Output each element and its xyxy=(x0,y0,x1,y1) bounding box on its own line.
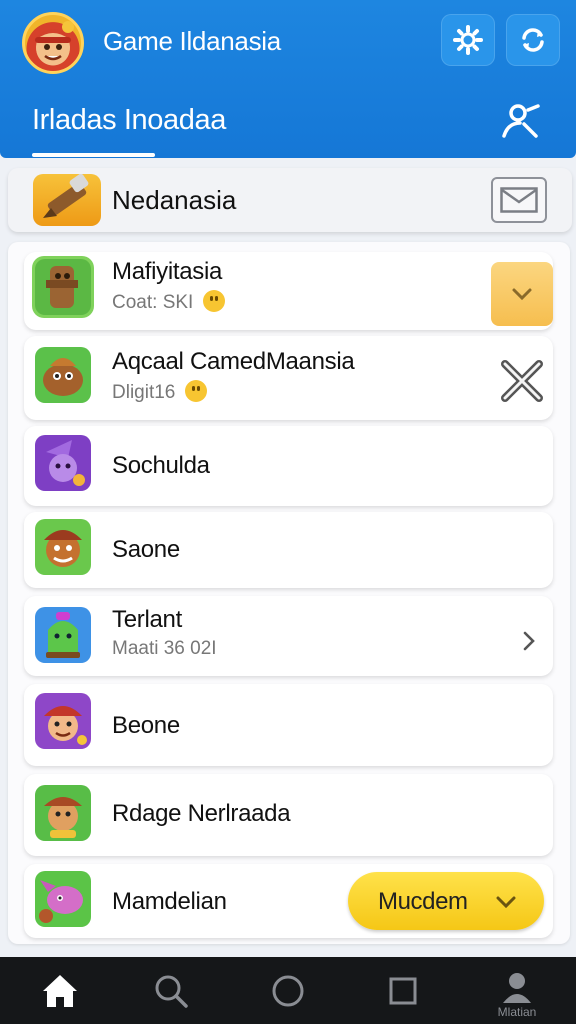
list-item-title: Sochulda xyxy=(112,452,210,479)
list-item-subtitle: Coat: SKI xyxy=(112,290,226,314)
home-icon xyxy=(43,975,77,1007)
emoji-icon xyxy=(203,290,226,312)
fox-game-icon xyxy=(32,868,94,930)
sync-icon xyxy=(522,28,544,52)
dropdown-pill-label: Mucdem xyxy=(378,888,468,915)
list-item-subtitle: Dligit16 xyxy=(112,380,208,404)
nav-home[interactable] xyxy=(38,969,82,1013)
dropdown-pill[interactable]: Mucdem xyxy=(348,872,544,930)
hero-game-icon xyxy=(32,516,94,578)
list-item-title: Terlant xyxy=(112,606,182,633)
featured-banner[interactable]: Nedanasia xyxy=(8,168,572,232)
robot-game-icon xyxy=(32,604,94,666)
section-tab-label[interactable]: Irladas Inoadaa xyxy=(32,104,226,137)
bird-game-icon xyxy=(32,344,94,406)
nav-circle[interactable] xyxy=(266,969,310,1013)
circle-icon xyxy=(272,975,304,1007)
list-item[interactable]: Terlant Maati 36 02I xyxy=(24,596,553,676)
avatar-character-icon xyxy=(33,21,74,64)
list-item-subtitle: Maati 36 02I xyxy=(112,638,217,659)
mail-button[interactable] xyxy=(491,177,547,223)
banner-label: Nedanasia xyxy=(112,185,237,215)
square-icon xyxy=(389,977,417,1005)
wizard-game-icon xyxy=(32,432,94,494)
crayon-icon xyxy=(33,173,101,226)
list-item[interactable]: Saone xyxy=(24,512,553,588)
chevron-down-icon xyxy=(512,288,532,301)
list-item-title: Aqcaal CamedMaansia xyxy=(112,348,355,375)
list-item[interactable]: Mamdelian Mucdem xyxy=(24,864,553,938)
app-title: Game Ildanasia xyxy=(103,26,281,56)
nav-profile-label: Mlatian xyxy=(497,1005,537,1019)
totem-game-icon xyxy=(32,256,94,318)
chevron-right-icon[interactable] xyxy=(518,630,540,652)
nav-search[interactable] xyxy=(149,969,193,1013)
list-item-title: Saone xyxy=(112,536,180,563)
list-item-title: Mamdelian xyxy=(112,888,227,915)
close-icon[interactable] xyxy=(499,358,545,404)
profile-icon xyxy=(503,973,531,1003)
nav-square[interactable] xyxy=(381,969,425,1013)
pirate-game-icon xyxy=(32,690,94,752)
person-icon[interactable] xyxy=(498,98,542,142)
list-item[interactable]: Rdage Nerlraada xyxy=(24,774,553,856)
app-header: Game Ildanasia Irladas Inoadaa xyxy=(0,0,576,158)
list-item[interactable]: Beone xyxy=(24,684,553,766)
list-item-title: Mafiyitasia xyxy=(112,258,223,285)
search-icon xyxy=(155,975,188,1008)
chevron-down-button[interactable] xyxy=(491,262,553,326)
avatar[interactable] xyxy=(22,12,84,74)
chevron-down-icon xyxy=(496,896,516,909)
active-tab-indicator xyxy=(32,153,155,157)
list-item[interactable]: Sochulda xyxy=(24,426,553,506)
viking-game-icon xyxy=(32,782,94,844)
list-item[interactable]: Aqcaal CamedMaansia Dligit16 xyxy=(24,336,553,420)
emoji-icon xyxy=(185,380,208,402)
settings-button[interactable] xyxy=(441,14,495,66)
list-item-title: Beone xyxy=(112,712,180,739)
sync-button[interactable] xyxy=(506,14,560,66)
mail-icon xyxy=(500,187,538,213)
nav-profile[interactable] xyxy=(495,965,539,1009)
list-item[interactable]: Mafiyitasia Coat: SKI xyxy=(24,252,553,330)
list-item-title: Rdage Nerlraada xyxy=(112,800,291,827)
settings-icon xyxy=(453,25,483,55)
